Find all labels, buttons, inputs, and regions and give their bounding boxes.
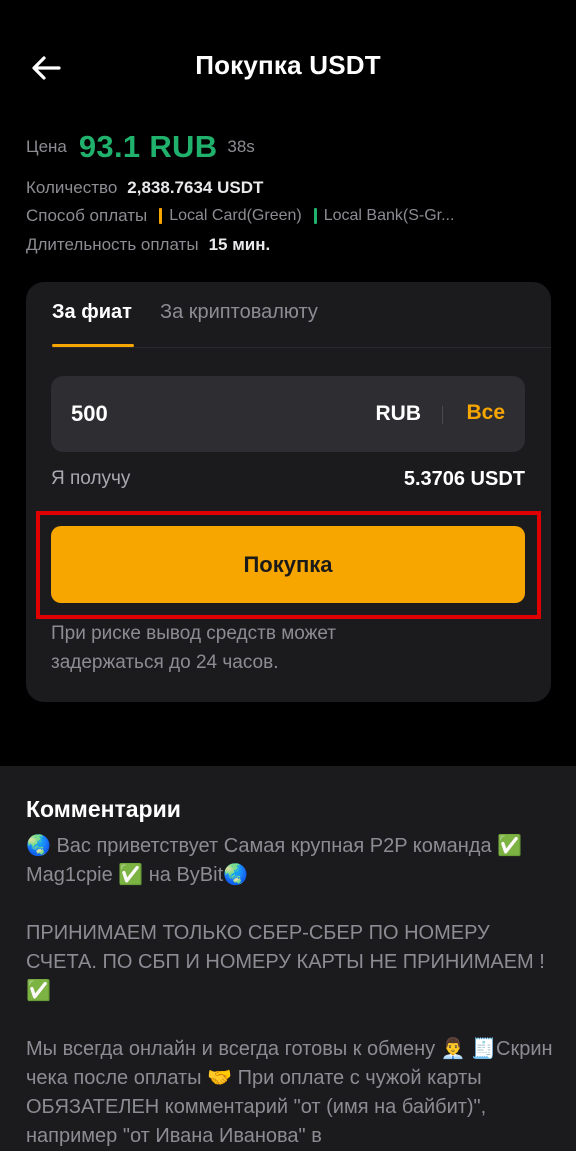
all-button[interactable]: Все (466, 401, 505, 425)
comments-title: Комментарии (26, 796, 181, 822)
tab-crypto[interactable]: За криптовалюту (160, 301, 318, 324)
comments-section: Комментарии 🌏 Вас приветствует Самая кру… (0, 766, 576, 1151)
comment-paragraph: Мы всегда онлайн и всегда готовы к обмен… (26, 1038, 553, 1147)
price-timer: 38s (227, 137, 255, 156)
offer-info: Цена 93.1 RUB 38s Количество 2,838.7634 … (26, 126, 556, 260)
buy-button[interactable]: Покупка (51, 526, 525, 603)
payment-row: Способ оплаты Local Card(Green) Local Ba… (26, 202, 556, 230)
quantity-label: Количество (26, 178, 118, 197)
receive-value: 5.3706 USDT (403, 468, 525, 490)
receive-label: Я получу (51, 468, 131, 489)
payment-method-local-bank: Local Bank(S-Gr... (313, 207, 455, 225)
price-label: Цена (26, 137, 67, 156)
buy-button-label: Покупка (243, 551, 333, 577)
currency-label: RUB (375, 402, 422, 425)
tab-bar: За фиат За криптовалюту (52, 282, 551, 348)
comments-text: 🌏 Вас приветствует Самая крупная P2P ком… (26, 832, 556, 1151)
payment-color-bar (159, 208, 163, 224)
header: Покупка USDT (0, 0, 576, 134)
duration-label: Длительность оплаты (26, 235, 199, 254)
payment-color-bar (313, 208, 317, 224)
comment-paragraph: 🌏 Вас приветствует Самая крупная P2P ком… (26, 835, 523, 886)
trade-card: За фиат За криптовалюту RUB Все Я получу… (26, 282, 551, 702)
price-value: 93.1 RUB (78, 129, 218, 164)
active-tab-indicator (52, 344, 134, 347)
amount-input[interactable] (71, 398, 271, 430)
receive-row: Я получу 5.3706 USDT (51, 468, 525, 494)
duration-value: 15 мин. (208, 235, 271, 254)
quantity-row: Количество 2,838.7634 USDT (26, 174, 556, 202)
tab-fiat[interactable]: За фиат (52, 301, 132, 324)
payment-label: Способ оплаты (26, 206, 148, 225)
payment-method-local-card: Local Card(Green) (159, 207, 302, 225)
payment-method-name: Local Bank(S-Gr... (323, 207, 455, 224)
quantity-value: 2,838.7634 USDT (127, 178, 264, 197)
duration-row: Длительность оплаты 15 мин. (26, 230, 556, 260)
amount-field[interactable]: RUB Все (51, 376, 525, 452)
risk-note: При риске вывод средств может задержатьс… (51, 623, 336, 673)
buy-usdt-screen: Покупка USDT Цена 93.1 RUB 38s Количеств… (0, 0, 576, 1151)
comment-paragraph: ПРИНИМАЕМ ТОЛЬКО СБЕР-СБЕР ПО НОМЕРУ СЧЕ… (26, 922, 545, 1002)
divider (442, 406, 443, 424)
price-row: Цена 93.1 RUB 38s (26, 126, 556, 168)
page-title: Покупка USDT (195, 50, 381, 80)
payment-method-name: Local Card(Green) (169, 207, 302, 224)
